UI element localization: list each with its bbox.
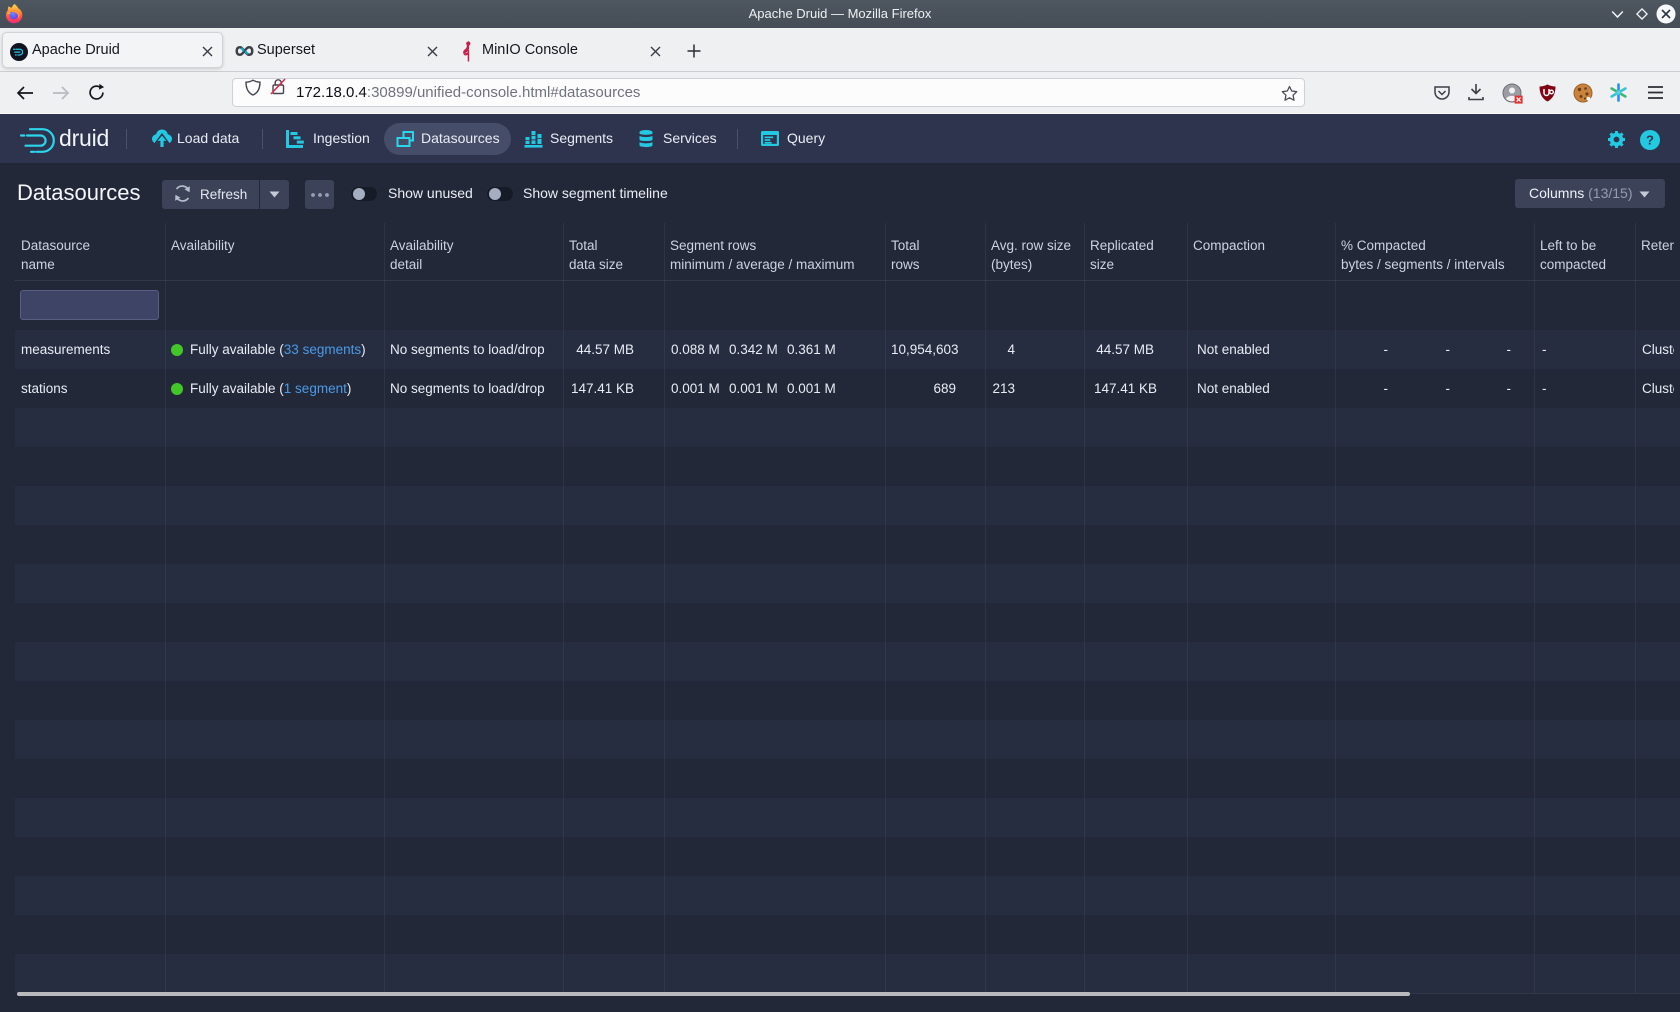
svg-text:?: ? (1646, 133, 1654, 148)
